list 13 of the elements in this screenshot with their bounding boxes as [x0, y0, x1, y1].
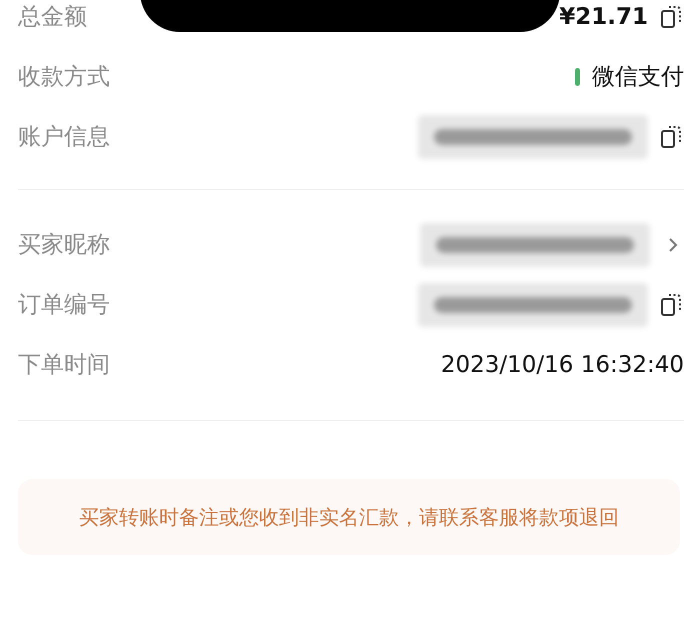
copy-icon[interactable]	[660, 292, 684, 318]
field-label: 账户信息	[18, 122, 110, 152]
field-value: 微信支付	[592, 62, 684, 92]
field-value: 2023/10/16 16:32:40	[440, 350, 684, 380]
copy-icon[interactable]	[660, 124, 684, 150]
notice-banner: 买家转账时备注或您收到非实名汇款，请联系客服将款项退回	[18, 479, 680, 555]
copy-icon[interactable]	[660, 4, 684, 30]
field-label: 订单编号	[18, 290, 110, 320]
field-label: 总金额	[18, 2, 87, 32]
field-label: 买家昵称	[18, 230, 110, 260]
field-value: ¥21.71	[559, 2, 648, 32]
field-label: 收款方式	[18, 62, 110, 92]
field-label: 下单时间	[18, 350, 110, 380]
